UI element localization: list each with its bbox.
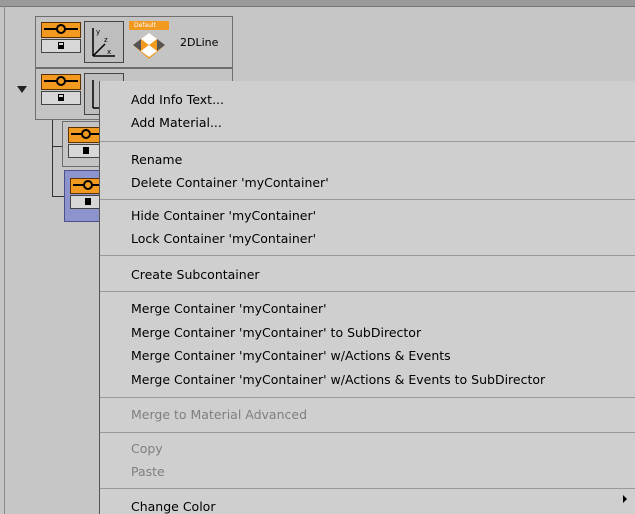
- tree-node-child-1[interactable]: [62, 121, 104, 167]
- svg-text:z: z: [104, 36, 108, 44]
- menu-item-add-info-text[interactable]: Add Info Text...: [131, 92, 224, 107]
- menu-item-delete-container[interactable]: Delete Container 'myContainer': [131, 175, 329, 190]
- menu-item-lock-container[interactable]: Lock Container 'myContainer': [131, 231, 316, 246]
- menu-item-rename[interactable]: Rename: [131, 152, 182, 167]
- tree-connector-line: [52, 120, 53, 196]
- menu-item-hide-container[interactable]: Hide Container 'myContainer': [131, 208, 316, 223]
- menu-separator: [100, 397, 635, 398]
- menu-item-merge-to-subdirector[interactable]: Merge Container 'myContainer' to SubDire…: [131, 325, 421, 340]
- transform-axis-icon[interactable]: yzx: [84, 21, 124, 63]
- submenu-arrow-icon: [623, 495, 627, 503]
- svg-text:x: x: [107, 48, 111, 56]
- tree-node-2dline[interactable]: yzx Default 2DLine: [35, 16, 233, 68]
- svg-text:y: y: [96, 28, 100, 36]
- visibility-toggle-icon[interactable]: [41, 74, 81, 90]
- tree-connector-line: [52, 196, 64, 197]
- menu-item-merge-to-material-advanced: Merge to Material Advanced: [131, 407, 308, 422]
- tree-connector-line: [52, 146, 62, 147]
- menu-separator: [100, 141, 635, 142]
- menu-item-paste: Paste: [131, 464, 165, 479]
- scene-tree-header-strip: [0, 0, 635, 7]
- menu-separator: [100, 199, 635, 200]
- context-menu: Add Info Text... Add Material... Rename …: [99, 81, 635, 514]
- menu-separator: [100, 432, 635, 433]
- menu-item-create-subcontainer[interactable]: Create Subcontainer: [131, 267, 260, 282]
- expand-arrow-icon[interactable]: [17, 86, 27, 94]
- menu-item-merge-container[interactable]: Merge Container 'myContainer': [131, 301, 327, 316]
- node-name-label: 2DLine: [180, 36, 219, 49]
- menu-item-change-color[interactable]: Change Color: [131, 499, 215, 514]
- menu-item-merge-actions-events[interactable]: Merge Container 'myContainer' w/Actions …: [131, 348, 451, 363]
- menu-separator: [100, 488, 635, 489]
- menu-item-copy: Copy: [131, 441, 163, 456]
- menu-item-add-material[interactable]: Add Material...: [131, 115, 222, 130]
- scene-tree-left-border: [4, 6, 5, 514]
- lock-toggle-icon[interactable]: [41, 39, 81, 53]
- tree-node-child-selected[interactable]: [64, 170, 106, 222]
- material-icon[interactable]: Default: [129, 21, 169, 63]
- menu-separator: [100, 255, 635, 256]
- lock-toggle-icon[interactable]: [41, 91, 81, 105]
- visibility-toggle-icon[interactable]: [41, 22, 81, 38]
- menu-item-merge-actions-events-subdirector[interactable]: Merge Container 'myContainer' w/Actions …: [131, 372, 545, 387]
- menu-separator: [100, 291, 635, 292]
